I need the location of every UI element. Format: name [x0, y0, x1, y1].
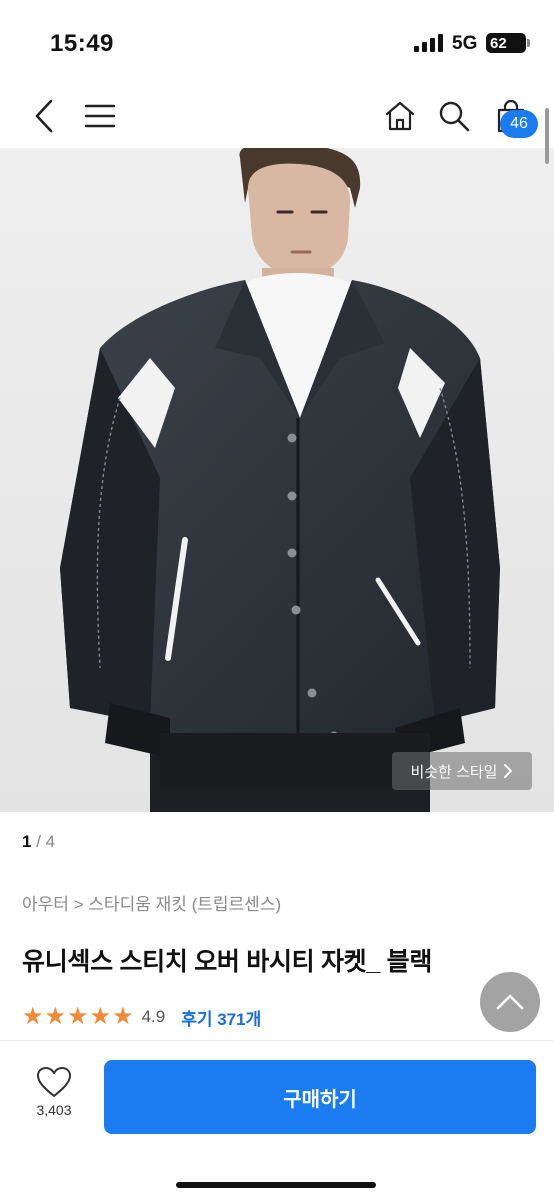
star-icon: ★ — [89, 1003, 112, 1030]
buy-button[interactable]: 구매하기 — [104, 1060, 536, 1134]
chevron-up-icon — [496, 994, 524, 1010]
star-icon: ★ — [44, 1003, 67, 1030]
product-image[interactable] — [0, 148, 554, 812]
home-indicator — [176, 1182, 376, 1188]
battery-icon: 62 — [486, 33, 526, 53]
back-button[interactable] — [24, 90, 64, 142]
star-icon: ★ — [67, 1003, 89, 1030]
home-icon — [385, 101, 415, 131]
cart-count-badge: 46 — [500, 110, 538, 138]
star-icon: ★ — [22, 1003, 44, 1030]
home-button[interactable] — [380, 90, 420, 142]
product-photo — [0, 148, 554, 812]
search-button[interactable] — [434, 90, 474, 142]
star-icon: ★ — [112, 1003, 134, 1030]
scroll-indicator[interactable] — [545, 108, 549, 164]
scroll-to-top-button[interactable] — [480, 972, 540, 1032]
battery-cap — [527, 39, 530, 47]
image-pager: 1 / 4 — [22, 832, 55, 852]
battery-level: 62 — [490, 34, 507, 52]
menu-icon — [84, 104, 116, 128]
signal-icon — [414, 34, 443, 52]
search-icon — [439, 101, 470, 132]
pager-total: 4 — [45, 832, 56, 851]
status-time: 15:49 — [50, 30, 114, 57]
similar-style-button[interactable]: 비슷한 스타일 — [392, 752, 532, 790]
menu-button[interactable] — [80, 90, 120, 142]
status-bar: 15:49 5G 62 — [0, 0, 554, 84]
network-type: 5G — [452, 33, 478, 54]
chevron-right-icon — [504, 764, 513, 778]
heart-icon — [37, 1067, 71, 1097]
product-title: 유니섹스 스티치 오버 바시티 자켓_ 블랙 — [22, 948, 433, 976]
rating-stars: ★ ★ ★ ★ ★ — [22, 1005, 134, 1029]
like-count: 3,403 — [36, 1102, 72, 1118]
pager-separator: / — [36, 832, 46, 851]
like-button[interactable]: 3,403 — [20, 1066, 88, 1136]
reviews-link[interactable]: 후기 371개 — [181, 1005, 261, 1030]
pager-current: 1 — [22, 832, 32, 851]
back-icon — [35, 99, 53, 133]
nav-bar — [0, 84, 554, 148]
breadcrumb[interactable]: 아우터 > 스타디움 재킷 (트립르센스) — [22, 890, 281, 915]
rating-value: 4.9 — [141, 1007, 166, 1026]
rating-row: ★ ★ ★ ★ ★ 4.9 후기 371개 — [22, 1004, 261, 1030]
similar-style-label: 비슷한 스타일 — [410, 763, 498, 781]
